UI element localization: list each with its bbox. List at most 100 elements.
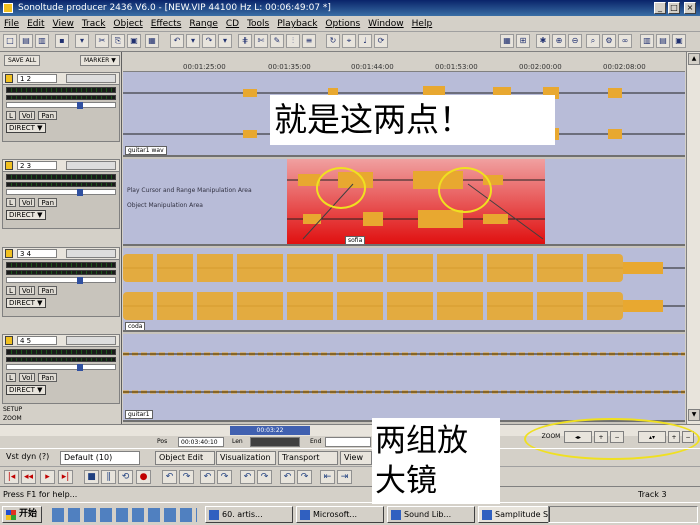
track-name-4[interactable]: 4 5	[17, 336, 57, 345]
scroll-thumb[interactable]: 00:03:22	[230, 426, 310, 435]
track-name-3[interactable]: 3 4	[17, 249, 57, 258]
pause-icon[interactable]: ∥	[101, 470, 116, 484]
menu-help[interactable]: Help	[408, 16, 437, 32]
punch-in-icon[interactable]: ↶	[280, 470, 295, 484]
scrub-right-icon[interactable]: ↷	[257, 470, 272, 484]
volume-slider[interactable]	[6, 364, 116, 371]
snap-icon[interactable]: ⋕	[238, 34, 252, 48]
track-name-2[interactable]: 2 3	[17, 161, 57, 170]
draw-tool-icon[interactable]: ✎	[270, 34, 284, 48]
track-select-4[interactable]	[5, 336, 13, 345]
stop-icon[interactable]: ■	[84, 470, 99, 484]
taskbar-item-3[interactable]: Sound Lib...	[387, 506, 475, 523]
scroll-up-icon[interactable]: ▲	[688, 53, 700, 65]
undo-dropdown-icon[interactable]: ▾	[186, 34, 200, 48]
taskbar-item-2[interactable]: Microsoft...	[296, 506, 384, 523]
rewind-start-icon[interactable]: |◂	[4, 470, 19, 484]
track-select-3[interactable]	[5, 249, 13, 258]
menu-track[interactable]: Track	[78, 16, 110, 32]
tab-object-edit[interactable]: Object Edit	[155, 451, 215, 465]
redo-icon[interactable]: ↷	[202, 34, 216, 48]
copy-icon[interactable]: ⎘	[111, 34, 125, 48]
track-select-1[interactable]	[5, 74, 13, 83]
direct-dropdown[interactable]: DIRECT ▼	[6, 298, 46, 308]
tab-transport[interactable]: Transport	[278, 451, 338, 465]
loop-play-icon[interactable]: ⟲	[118, 470, 133, 484]
track-l-button[interactable]: L	[6, 111, 16, 120]
track-l-button[interactable]: L	[6, 286, 16, 295]
menu-range[interactable]: Range	[185, 16, 222, 32]
direct-dropdown[interactable]: DIRECT ▼	[6, 123, 46, 133]
system-tray[interactable]	[548, 506, 698, 523]
nudge-right-icon[interactable]: ↷	[179, 470, 194, 484]
end-field[interactable]	[325, 437, 371, 447]
maximize-button[interactable]: □	[668, 2, 680, 14]
close-button[interactable]: ×	[684, 2, 696, 14]
volume-slider[interactable]	[6, 102, 116, 109]
scroll-down-icon[interactable]: ▼	[688, 409, 700, 421]
open-recent-icon[interactable]: ▥	[35, 34, 49, 48]
range-end-icon[interactable]: ⇥	[337, 470, 352, 484]
track-select-2[interactable]	[5, 161, 13, 170]
scissors-tool-icon[interactable]: ✄	[254, 34, 268, 48]
track-pan-button[interactable]: Pan	[38, 111, 58, 120]
track-lane-4[interactable]: guitar1	[123, 334, 685, 422]
scrub-left-icon[interactable]: ↶	[240, 470, 255, 484]
track-vol-button[interactable]: Vol	[18, 198, 36, 207]
taskbar-item-4[interactable]: Samplitude S...	[478, 506, 550, 523]
zoom-in-icon[interactable]: ⊕	[552, 34, 566, 48]
preset-select[interactable]: Default (10)	[60, 451, 140, 465]
menu-effects[interactable]: Effects	[147, 16, 186, 32]
save-all-button[interactable]: SAVE ALL	[4, 55, 41, 66]
track-vol-button[interactable]: Vol	[18, 111, 36, 120]
marker-next-icon[interactable]: ↷	[217, 470, 232, 484]
link-icon[interactable]: ∞	[618, 34, 632, 48]
open-folder-icon[interactable]: ▤	[19, 34, 33, 48]
mixer-icon[interactable]: ≡	[302, 34, 316, 48]
menu-edit[interactable]: Edit	[23, 16, 48, 32]
menu-playback[interactable]: Playback	[273, 16, 321, 32]
settings-icon[interactable]: ⚙	[602, 34, 616, 48]
metronome-icon[interactable]: ♩	[358, 34, 372, 48]
fast-forward-icon[interactable]: ▸|	[58, 470, 73, 484]
quick-launch-icons[interactable]	[52, 508, 197, 522]
record-icon[interactable]: ●	[136, 470, 151, 484]
minimize-button[interactable]: _	[654, 2, 666, 14]
cut-icon[interactable]: ✂	[95, 34, 109, 48]
start-button[interactable]: 开始	[2, 506, 42, 523]
track-level-4[interactable]	[66, 336, 116, 345]
marker-prev-icon[interactable]: ↶	[200, 470, 215, 484]
dropdown-icon[interactable]: ▾	[75, 34, 89, 48]
grid-icon[interactable]: ▦	[500, 34, 514, 48]
paste-special-icon[interactable]: ▦	[145, 34, 159, 48]
zoom-out-icon[interactable]: ⊖	[568, 34, 582, 48]
ruler-icon[interactable]: ⊞	[516, 34, 530, 48]
split-tool-icon[interactable]: ⫶	[286, 34, 300, 48]
panel-icon[interactable]: ▣	[672, 34, 686, 48]
track-pan-button[interactable]: Pan	[38, 286, 58, 295]
marker-icon[interactable]: ⌖	[342, 34, 356, 48]
track-l-button[interactable]: L	[6, 198, 16, 207]
track-lane-3[interactable]: coda	[123, 248, 685, 332]
refresh-icon[interactable]: ⟳	[374, 34, 388, 48]
menu-file[interactable]: File	[0, 16, 23, 32]
track-level-3[interactable]	[66, 249, 116, 258]
new-file-icon[interactable]: □	[3, 34, 17, 48]
menu-tools[interactable]: Tools	[243, 16, 273, 32]
paste-icon[interactable]: ▣	[127, 34, 141, 48]
track-level-1[interactable]	[66, 74, 116, 83]
len-field[interactable]	[250, 437, 300, 447]
track-level-2[interactable]	[66, 161, 116, 170]
loop-icon[interactable]: ↻	[326, 34, 340, 48]
marker-button[interactable]: MARKER ▼	[80, 55, 120, 66]
save-icon[interactable]: ▪	[55, 34, 69, 48]
menu-cd[interactable]: CD	[222, 16, 243, 32]
direct-dropdown[interactable]: DIRECT ▼	[6, 210, 46, 220]
window-cascade-icon[interactable]: ▤	[656, 34, 670, 48]
undo-icon[interactable]: ↶	[170, 34, 184, 48]
menu-object[interactable]: Object	[109, 16, 146, 32]
track-name-1[interactable]: 1 2	[17, 74, 57, 83]
rewind-icon[interactable]: ◂◂	[21, 470, 36, 484]
redo-dropdown-icon[interactable]: ▾	[218, 34, 232, 48]
punch-out-icon[interactable]: ↷	[297, 470, 312, 484]
